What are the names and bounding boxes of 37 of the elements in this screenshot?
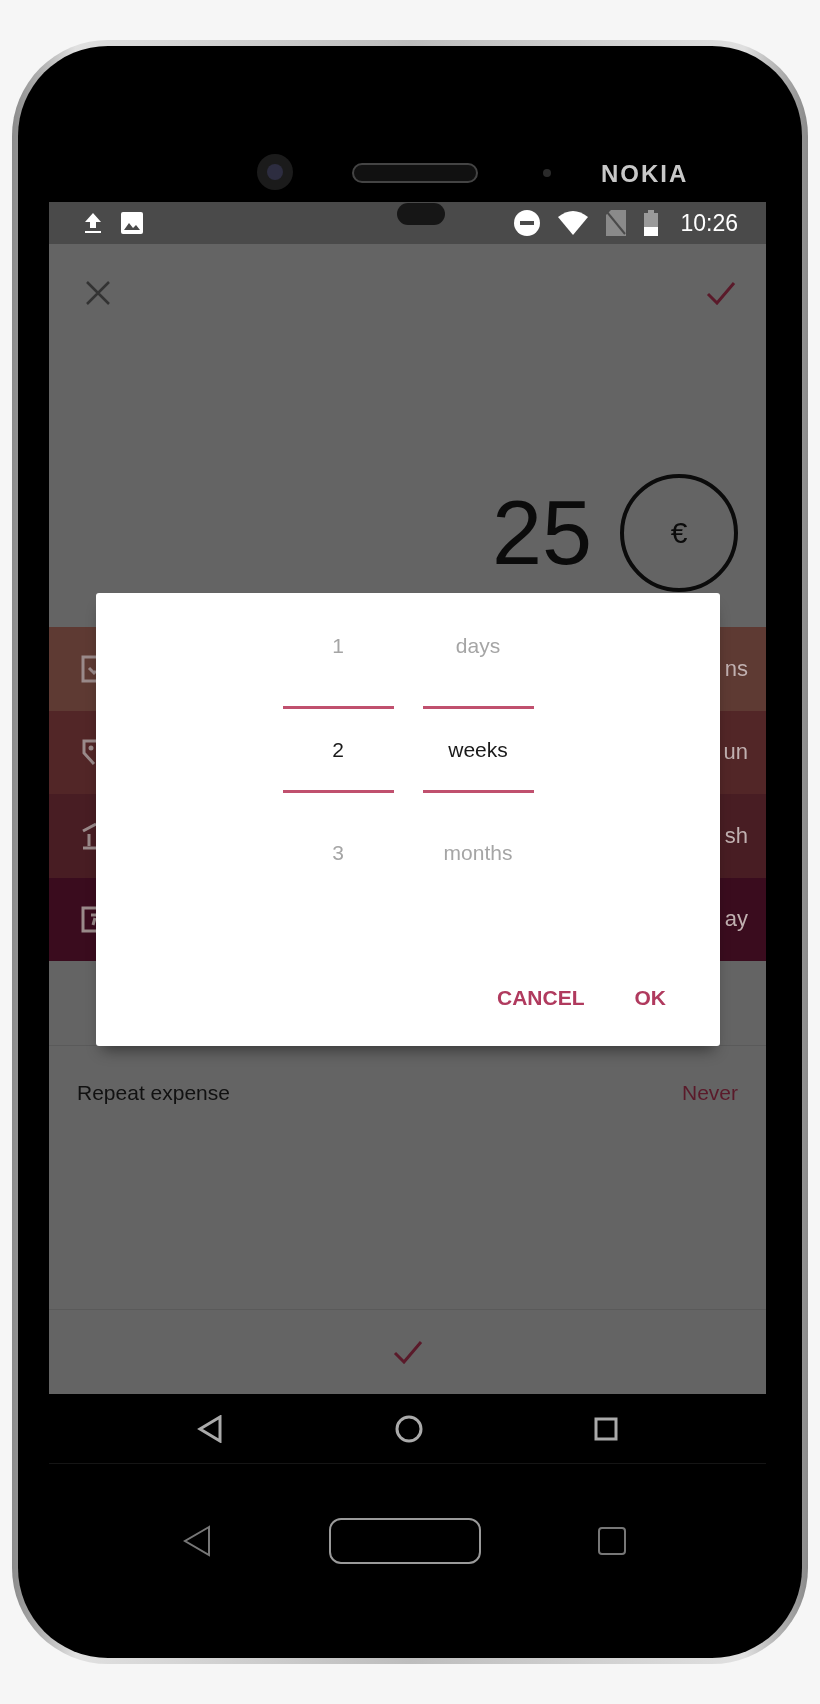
home-key[interactable] (328, 1518, 481, 1564)
sensor-dot-icon (543, 169, 551, 177)
tag-icon (81, 737, 96, 768)
amount-value: 25 (491, 488, 592, 578)
picker-item[interactable]: weeks (422, 706, 534, 793)
speaker-icon (352, 163, 478, 183)
brand-logo: NOKIA (601, 160, 689, 188)
check-icon[interactable] (392, 1340, 423, 1364)
recents-icon[interactable] (598, 1527, 626, 1555)
category-label: ns (724, 655, 748, 682)
back-icon[interactable] (183, 1525, 211, 1557)
battery-icon (644, 210, 659, 236)
do-not-disturb-icon (514, 210, 541, 236)
status-time: 10:26 (680, 209, 738, 237)
repeat-value: Never (681, 1081, 738, 1105)
home-icon[interactable] (394, 1414, 423, 1443)
picker-item[interactable]: 1 (282, 603, 394, 689)
category-label: un (723, 739, 748, 766)
picker-item[interactable]: 3 (282, 810, 394, 896)
sensor-icon (397, 203, 445, 225)
repeat-label: Repeat expense (77, 1081, 230, 1105)
wifi-icon (558, 211, 589, 235)
back-icon[interactable] (197, 1414, 223, 1443)
image-icon (121, 212, 143, 234)
cancel-button[interactable]: CANCEL (483, 974, 599, 1022)
picker-item[interactable]: days (422, 603, 534, 689)
repeat-row[interactable]: Repeat expense Never (49, 1046, 766, 1140)
no-sim-icon (606, 210, 627, 236)
camera-icon (255, 152, 295, 192)
category-label: ay (724, 906, 748, 933)
picker-item[interactable]: 2 (282, 706, 394, 793)
recents-icon[interactable] (594, 1416, 618, 1441)
upload-icon (83, 212, 103, 234)
category-label: sh (724, 822, 748, 849)
picker-item[interactable]: months (422, 810, 534, 896)
check-icon[interactable] (706, 281, 736, 305)
ok-button[interactable]: OK (620, 974, 680, 1022)
